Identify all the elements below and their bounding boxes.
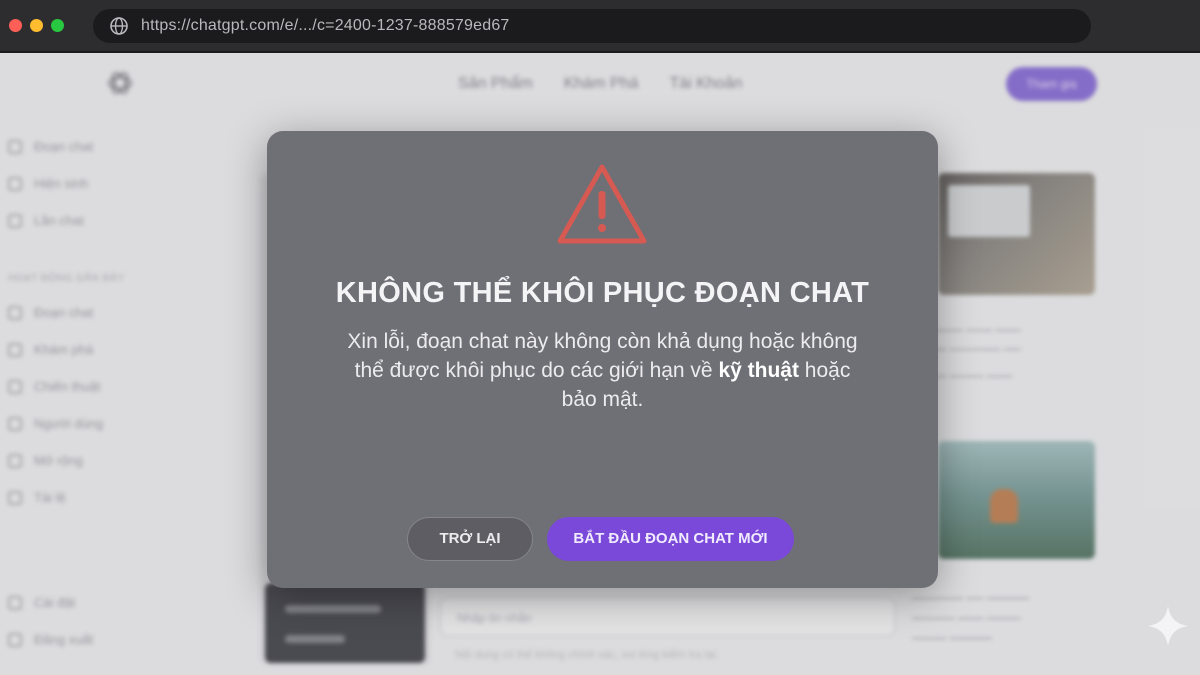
message-line: bảo mật.	[561, 388, 644, 411]
close-window-button[interactable]	[9, 19, 22, 32]
address-bar[interactable]: https://chatgpt.com/e/.../c=2400-1237-88…	[93, 9, 1091, 43]
message-line: Xin lỗi, đoạn chat này không còn khả dụn…	[347, 330, 858, 353]
globe-icon	[110, 17, 128, 35]
message-line: thể được khôi phục do các giới hạn về	[354, 359, 719, 382]
sparkle-icon	[1148, 606, 1188, 646]
url-text: https://chatgpt.com/e/.../c=2400-1237-88…	[141, 17, 510, 34]
message-line: hoặc	[798, 359, 851, 382]
maximize-window-button[interactable]	[51, 19, 64, 32]
message-emphasis: kỹ thuật	[718, 359, 799, 382]
minimize-window-button[interactable]	[30, 19, 43, 32]
back-button[interactable]: TRỞ LẠI	[407, 517, 533, 561]
dialog-message: Xin lỗi, đoạn chat này không còn khả dụn…	[295, 327, 910, 414]
warning-triangle-icon	[557, 164, 647, 244]
error-dialog: KHÔNG THỂ KHÔI PHỤC ĐOẠN CHAT Xin lỗi, đ…	[267, 131, 938, 588]
dialog-title: KHÔNG THỂ KHÔI PHỤC ĐOẠN CHAT	[335, 277, 870, 309]
browser-toolbar: https://chatgpt.com/e/.../c=2400-1237-88…	[0, 0, 1200, 52]
start-new-chat-button[interactable]: BẮT ĐẦU ĐOẠN CHAT MỚI	[547, 517, 794, 561]
